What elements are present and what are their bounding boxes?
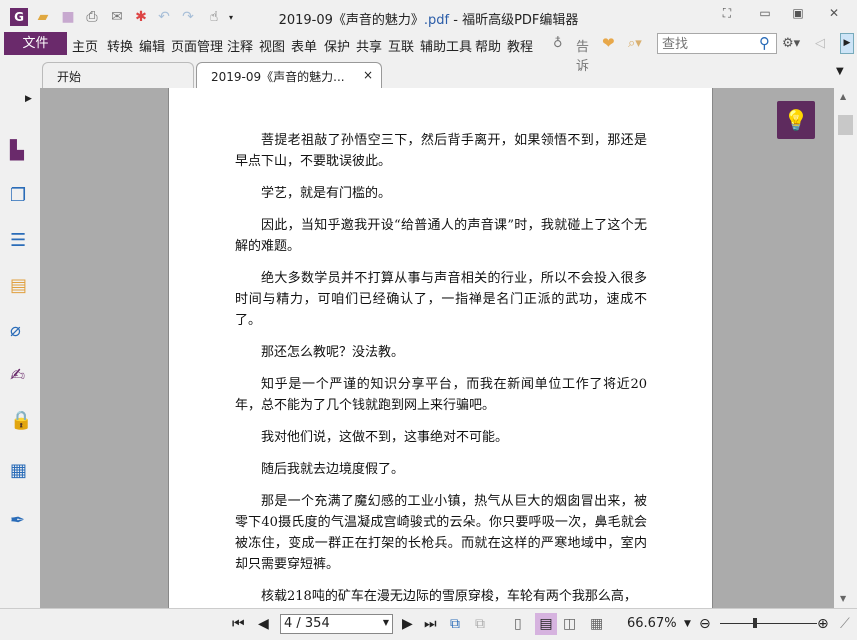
document-text-line: 那还怎么教呢？没法教。 xyxy=(261,345,405,360)
previous-page-icon[interactable]: ◀ xyxy=(258,616,269,632)
next-page-icon[interactable]: ▶ xyxy=(402,616,413,632)
menu-view[interactable]: 视图 xyxy=(259,36,285,55)
continuous-facing-icon[interactable]: ▦ xyxy=(590,616,603,632)
facing-pages-icon[interactable]: ◫ xyxy=(563,616,576,632)
tips-lightbulb-button[interactable]: 💡 xyxy=(777,101,815,139)
menu-connect[interactable]: 互联 xyxy=(388,36,414,55)
zoom-slider-handle[interactable] xyxy=(753,618,757,628)
menu-protect[interactable]: 保护 xyxy=(324,36,350,55)
scroll-up-icon[interactable]: ▲ xyxy=(840,92,846,101)
pdf-page[interactable]: 菩提老祖敲了孙悟空三下，然后背手离开，如果领悟不到，那还是早点下山，不要耽误彼此… xyxy=(168,88,713,608)
menu-accessibility[interactable]: 辅助工具 xyxy=(420,36,472,55)
folder-search-icon[interactable]: ⌕▾ xyxy=(628,36,642,51)
document-text-line: 那是一个充满了魔幻感的工业小镇，热气从巨大的烟囱冒出来，被 xyxy=(261,494,647,509)
zoom-in-icon[interactable]: ⊕ xyxy=(817,616,829,632)
last-page-icon[interactable]: ⏭ xyxy=(424,616,437,632)
navigation-sidebar: ▶ ▙ ❐ ☰ ▤ ⌀ ✍ 🔒 ▦ ✒ xyxy=(0,88,43,608)
tab-list-dropdown-icon[interactable]: ▼ xyxy=(836,66,844,77)
document-text-line: 解的难题。 xyxy=(235,239,301,254)
title-app: - 福昕高级PDF编辑器 xyxy=(449,13,579,28)
menu-help[interactable]: 帮助 xyxy=(475,36,501,55)
zoom-dropdown-icon[interactable]: ▼ xyxy=(684,619,691,629)
document-text-line: 时间与精力，可咱们已经确认了，一指禅是名门正派的武功，速成不 xyxy=(235,292,647,307)
next-view-icon[interactable]: ⧉ xyxy=(475,616,485,632)
scroll-left-icon[interactable]: ◁ xyxy=(815,36,825,51)
continuous-page-icon: ▤ xyxy=(539,616,553,632)
file-menu-button[interactable]: 文件 xyxy=(4,32,67,55)
menu-page-management[interactable]: 页面管理 xyxy=(171,36,223,55)
page-number-value: 4 / 354 xyxy=(284,616,330,631)
bookmark-icon[interactable]: ▙ xyxy=(10,140,32,162)
form-fields-icon[interactable]: ▦ xyxy=(10,460,32,482)
minimize-button[interactable]: ▭ xyxy=(755,6,775,22)
resize-grip-icon[interactable]: ⟋ xyxy=(840,616,850,632)
menu-convert[interactable]: 转换 xyxy=(107,36,133,55)
document-text-line: 知乎是一个严谨的知识分享平台，而我在新闻单位工作了将近20 xyxy=(261,377,647,392)
menu-share[interactable]: 共享 xyxy=(356,36,382,55)
pages-thumbnail-icon[interactable]: ❐ xyxy=(10,185,32,207)
menu-form[interactable]: 表单 xyxy=(291,36,317,55)
title-bar: G ▰ ■ ⎙ ✉ ✱ ↶ ↷ ☝ ▾ 2019-09《声音的魅力》.pdf -… xyxy=(0,0,857,32)
lightbulb-icon: 💡 xyxy=(783,108,809,132)
document-text-line: 却只需要穿短裤。 xyxy=(235,557,340,572)
heart-icon[interactable]: ❤ xyxy=(602,34,615,52)
page-number-input[interactable]: 4 / 354 ▼ xyxy=(280,614,393,634)
restore-button[interactable]: ▣ xyxy=(788,6,808,22)
tab-label: 开始 xyxy=(57,70,82,84)
security-lock-icon[interactable]: 🔒 xyxy=(10,410,32,432)
expand-panel-icon[interactable]: ▶ xyxy=(25,94,32,104)
certificate-icon[interactable]: ✒ xyxy=(10,510,32,532)
page-dropdown-icon[interactable]: ▼ xyxy=(383,618,389,627)
document-text-line: 被冻住，变成一群正在打架的长枪兵。而就在这样的严寒地域中，室内 xyxy=(235,536,647,551)
zoom-out-icon[interactable]: ⊖ xyxy=(699,616,711,632)
tab-close-icon[interactable]: × xyxy=(363,68,373,82)
document-text-line: 绝大多数学员并不打算从事与声音相关的行业，所以不会投入很多 xyxy=(261,271,647,286)
vertical-scrollbar[interactable]: ▲ ▼ xyxy=(834,88,857,608)
layers-icon[interactable]: ☰ xyxy=(10,230,32,252)
tab-label: 2019-09《声音的魅力... xyxy=(211,70,345,84)
signature-icon[interactable]: ✍ xyxy=(10,365,32,387)
previous-view-icon[interactable]: ⧉ xyxy=(450,616,460,632)
attachment-icon[interactable]: ⌀ xyxy=(10,320,32,342)
zoom-level[interactable]: 66.67% xyxy=(627,616,677,631)
search-icon[interactable]: ⚲ xyxy=(759,34,770,52)
single-page-icon[interactable]: ▯ xyxy=(514,616,522,632)
menu-edit[interactable]: 编辑 xyxy=(139,36,165,55)
first-page-icon[interactable]: ⏮ xyxy=(232,616,245,632)
document-text-line: 核载218吨的矿车在漫无边际的雪原穿梭，车轮有两个我那么高， xyxy=(261,589,637,604)
document-text-line: 因此，当知乎邀我开设“给普通人的声音课”时，我就碰上了这个无 xyxy=(261,218,647,233)
scroll-right-button[interactable]: ▶ xyxy=(840,33,854,54)
document-text-line: 零下40摄氏度的气温凝成宫崎骏式的云朵。你只要呼吸一次，鼻毛就会 xyxy=(235,515,647,530)
title-filename: 2019-09《声音的魅力》 xyxy=(278,13,424,28)
document-text-line: 了。 xyxy=(235,313,262,328)
tab-document[interactable]: 2019-09《声音的魅力... × xyxy=(196,62,382,88)
document-text-line: 随后我就去边境度假了。 xyxy=(261,462,405,477)
document-text-line: 菩提老祖敲了孙悟空三下，然后背手离开，如果领悟不到，那还是 xyxy=(261,133,647,148)
document-text-line: 年，总不能为了几个钱就跑到网上来行骗吧。 xyxy=(235,398,496,413)
comments-icon[interactable]: ▤ xyxy=(10,275,32,297)
menu-home[interactable]: 主页 xyxy=(72,36,98,55)
menu-tutorial[interactable]: 教程 xyxy=(507,36,533,55)
zoom-slider[interactable] xyxy=(720,623,817,624)
fullscreen-icon[interactable]: ⛶ xyxy=(717,6,737,22)
continuous-page-button[interactable]: ▤ xyxy=(535,613,557,635)
lightbulb-icon[interactable]: ♁ xyxy=(553,36,563,51)
settings-gear-icon[interactable]: ⚙▾ xyxy=(782,36,800,51)
close-button[interactable]: ✕ xyxy=(824,6,844,22)
menu-comment[interactable]: 注释 xyxy=(227,36,253,55)
document-text-line: 我对他们说，这做不到，这事绝对不可能。 xyxy=(261,430,509,445)
document-text-line: 学艺，就是有门槛的。 xyxy=(261,186,392,201)
scrollbar-thumb[interactable] xyxy=(838,115,853,135)
scroll-down-icon[interactable]: ▼ xyxy=(840,594,846,603)
title-ext: .pdf xyxy=(423,13,450,28)
document-text-line: 早点下山，不要耽误彼此。 xyxy=(235,154,392,169)
tab-start[interactable]: 开始 xyxy=(42,62,194,88)
